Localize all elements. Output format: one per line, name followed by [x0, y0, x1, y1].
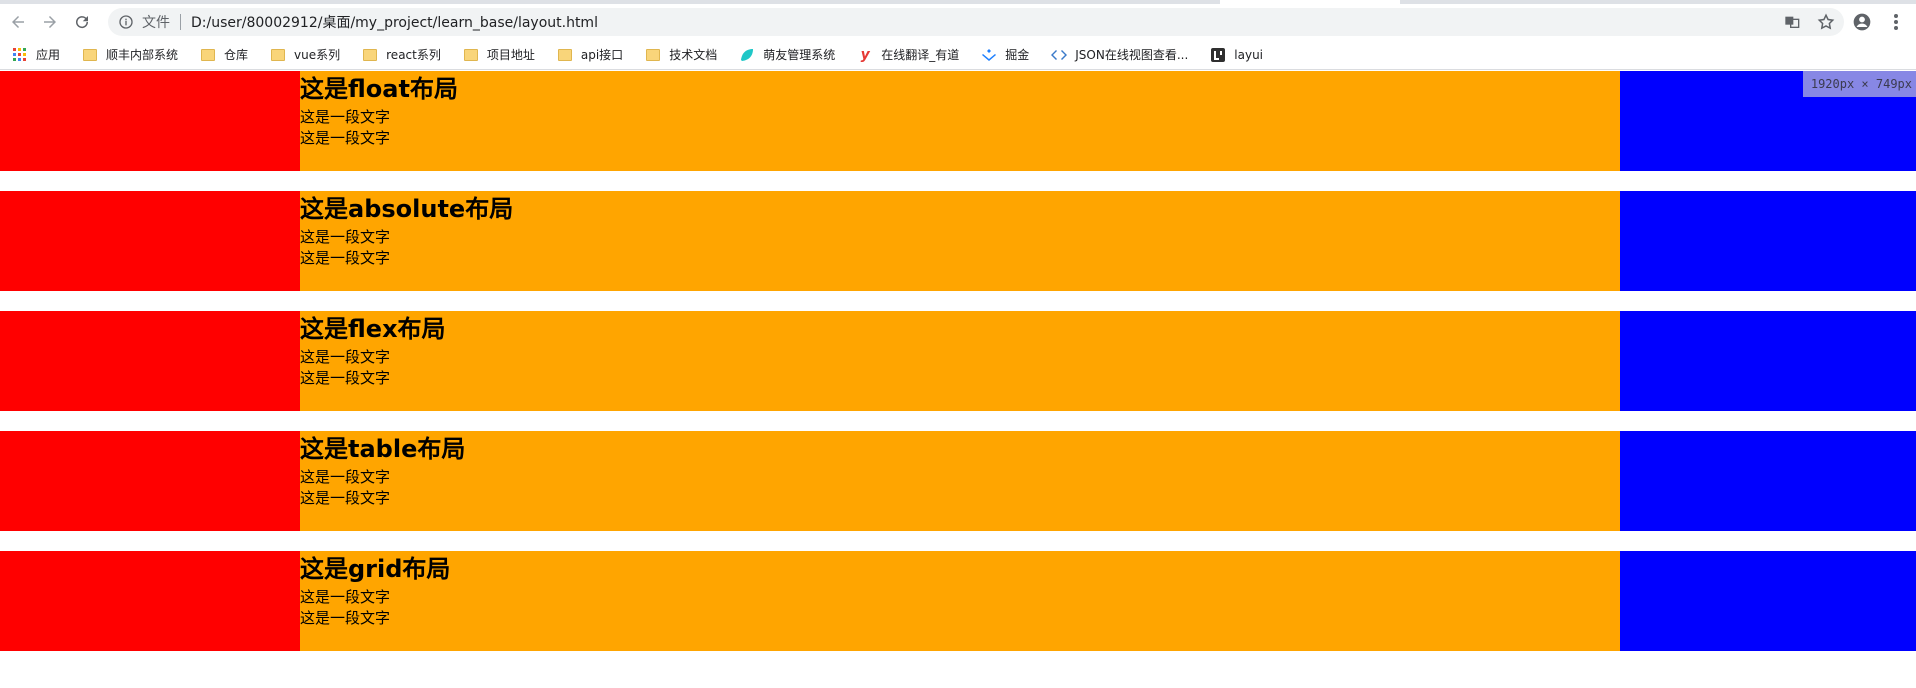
section-title: 这是flex布局 — [300, 315, 446, 343]
page-content: 这是float布局 这是一段文字 这是一段文字 这是absolute布局 这是一… — [0, 71, 1916, 688]
bookmark-folder[interactable]: 顺丰内部系统 — [82, 46, 178, 63]
bookmark-link[interactable]: layui — [1210, 47, 1263, 63]
back-button[interactable] — [4, 8, 32, 36]
star-icon[interactable] — [1816, 12, 1836, 32]
bookmark-folder[interactable]: vue系列 — [270, 46, 340, 63]
youdao-icon: y — [860, 46, 870, 63]
bookmark-link[interactable]: y 在线翻译_有道 — [857, 46, 960, 63]
section-title: 这是table布局 — [300, 435, 466, 463]
section-text: 这是一段文字 — [300, 588, 391, 606]
folder-icon — [270, 47, 286, 63]
kebab-menu-icon[interactable] — [1884, 8, 1908, 36]
center-column: 这是float布局 这是一段文字 这是一段文字 — [300, 71, 1620, 171]
bookmark-folder[interactable]: react系列 — [362, 46, 441, 63]
center-column: 这是flex布局 这是一段文字 这是一段文字 — [300, 311, 1620, 411]
bookmark-label: 在线翻译_有道 — [881, 48, 960, 62]
section-title: 这是float布局 — [300, 75, 458, 103]
folder-icon — [82, 47, 98, 63]
left-column — [0, 551, 300, 651]
layout-section-grid: 这是grid布局 这是一段文字 这是一段文字 — [0, 551, 1916, 651]
reload-icon — [76, 16, 89, 29]
folder-icon — [557, 47, 573, 63]
bookmark-label: 项目地址 — [486, 48, 535, 62]
section-text: 这是一段文字 — [300, 129, 391, 147]
info-icon[interactable] — [118, 14, 134, 30]
center-column: 这是grid布局 这是一段文字 这是一段文字 — [300, 551, 1620, 651]
bookmark-apps[interactable]: 应用 — [12, 46, 60, 63]
address-url[interactable]: D:/user/80002912/桌面/my_project/learn_bas… — [191, 12, 598, 32]
bookmark-link[interactable]: 萌友管理系统 — [739, 46, 835, 63]
center-column: 这是absolute布局 这是一段文字 这是一段文字 — [300, 191, 1620, 291]
layout-section-float: 这是float布局 这是一段文字 这是一段文字 — [0, 71, 1916, 171]
bookmark-label: 掘金 — [1005, 48, 1030, 62]
left-column — [0, 191, 300, 291]
folder-icon — [645, 47, 661, 63]
section-text: 这是一段文字 — [300, 108, 391, 126]
bookmark-link[interactable]: JSON在线视图查看... — [1051, 46, 1188, 63]
left-column — [0, 71, 300, 171]
address-separator — [180, 14, 181, 30]
section-title: 这是absolute布局 — [300, 195, 514, 223]
section-text: 这是一段文字 — [300, 348, 391, 366]
bookmarks-bar: 应用 顺丰内部系统 仓库 vue系列 react系列 项目地址 api接口 技术… — [0, 40, 1916, 70]
bookmark-label: layui — [1234, 47, 1264, 62]
viewport-size-badge: 1920px × 749px — [1802, 71, 1916, 97]
bookmark-label: JSON在线视图查看... — [1075, 48, 1189, 62]
bookmark-label: vue系列 — [294, 48, 341, 62]
right-column — [1620, 191, 1916, 291]
bookmark-folder[interactable]: 技术文档 — [645, 46, 717, 63]
right-column — [1620, 311, 1916, 411]
bookmark-label: 顺丰内部系统 — [106, 48, 179, 62]
bookmark-folder[interactable]: 仓库 — [200, 46, 248, 63]
code-icon — [1051, 47, 1068, 63]
arrow-right-icon — [44, 16, 56, 28]
section-title: 这是grid布局 — [300, 555, 451, 583]
center-column: 这是table布局 这是一段文字 这是一段文字 — [300, 431, 1620, 531]
section-text: 这是一段文字 — [300, 468, 391, 486]
layout-section-absolute: 这是absolute布局 这是一段文字 这是一段文字 — [0, 191, 1916, 291]
address-scheme-label: 文件 — [142, 15, 170, 31]
folder-icon — [362, 47, 378, 63]
section-text: 这是一段文字 — [300, 249, 391, 267]
left-column — [0, 431, 300, 531]
reload-button[interactable] — [68, 8, 96, 36]
leaf-icon — [739, 47, 755, 63]
account-icon[interactable] — [1850, 8, 1874, 36]
bookmark-folder[interactable]: api接口 — [557, 46, 623, 63]
left-column — [0, 311, 300, 411]
forward-button[interactable] — [36, 8, 64, 36]
bookmark-folder[interactable]: 项目地址 — [463, 46, 535, 63]
section-text: 这是一段文字 — [300, 609, 391, 627]
arrow-left-icon — [12, 16, 24, 28]
bookmark-label: 萌友管理系统 — [763, 48, 836, 62]
section-text: 这是一段文字 — [300, 228, 391, 246]
bookmark-label: 技术文档 — [669, 48, 718, 62]
layui-icon — [1210, 47, 1226, 63]
apps-grid-icon — [12, 47, 28, 63]
bookmark-link[interactable]: 掘金 — [981, 46, 1029, 63]
bookmark-label: react系列 — [386, 48, 441, 62]
translate-icon[interactable] — [1782, 12, 1802, 32]
browser-toolbar: 文件 D:/user/80002912/桌面/my_project/learn_… — [0, 4, 1916, 40]
layout-section-flex: 这是flex布局 这是一段文字 这是一段文字 — [0, 311, 1916, 411]
bookmark-label: 仓库 — [224, 48, 249, 62]
section-text: 这是一段文字 — [300, 489, 391, 507]
juejin-icon — [981, 47, 997, 63]
layout-section-table: 这是table布局 这是一段文字 这是一段文字 — [0, 431, 1916, 531]
bookmark-label: api接口 — [580, 48, 624, 62]
folder-icon — [463, 47, 479, 63]
bookmark-label: 应用 — [36, 48, 61, 62]
right-column — [1620, 551, 1916, 651]
address-bar[interactable]: 文件 D:/user/80002912/桌面/my_project/learn_… — [108, 8, 1844, 36]
section-text: 这是一段文字 — [300, 369, 391, 387]
right-column — [1620, 431, 1916, 531]
folder-icon — [200, 47, 216, 63]
